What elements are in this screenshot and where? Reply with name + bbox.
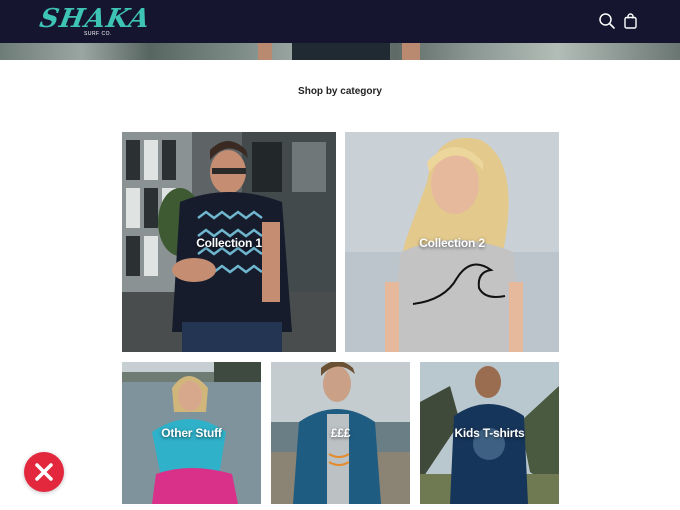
category-label: £££ bbox=[330, 426, 351, 440]
logo[interactable]: SHAKA SURF CO. bbox=[37, 4, 153, 38]
logo-subtitle: SURF CO. bbox=[84, 31, 112, 37]
logo-text: SHAKA bbox=[37, 4, 153, 34]
category-tile-collection-2[interactable]: Collection 2 bbox=[345, 132, 559, 352]
site-header: SHAKA SURF CO. bbox=[0, 0, 680, 43]
hero-banner-image bbox=[0, 43, 680, 60]
category-label: Collection 2 bbox=[419, 236, 485, 250]
category-tile-kids-tshirts[interactable]: Kids T-shirts bbox=[420, 362, 559, 504]
section-title: Shop by category bbox=[298, 86, 382, 97]
search-icon[interactable] bbox=[598, 12, 616, 30]
category-label: Other Stuff bbox=[161, 426, 222, 440]
close-icon bbox=[35, 463, 53, 481]
close-button[interactable] bbox=[24, 452, 64, 492]
category-label: Collection 1 bbox=[196, 236, 262, 250]
hero-figure bbox=[258, 43, 420, 60]
category-label: Kids T-shirts bbox=[454, 426, 525, 440]
category-tile-pounds[interactable]: £££ bbox=[271, 362, 410, 504]
category-tile-collection-1[interactable]: Collection 1 bbox=[122, 132, 336, 352]
category-tile-other-stuff[interactable]: Other Stuff bbox=[122, 362, 261, 504]
shopping-bag-icon[interactable] bbox=[622, 12, 640, 30]
